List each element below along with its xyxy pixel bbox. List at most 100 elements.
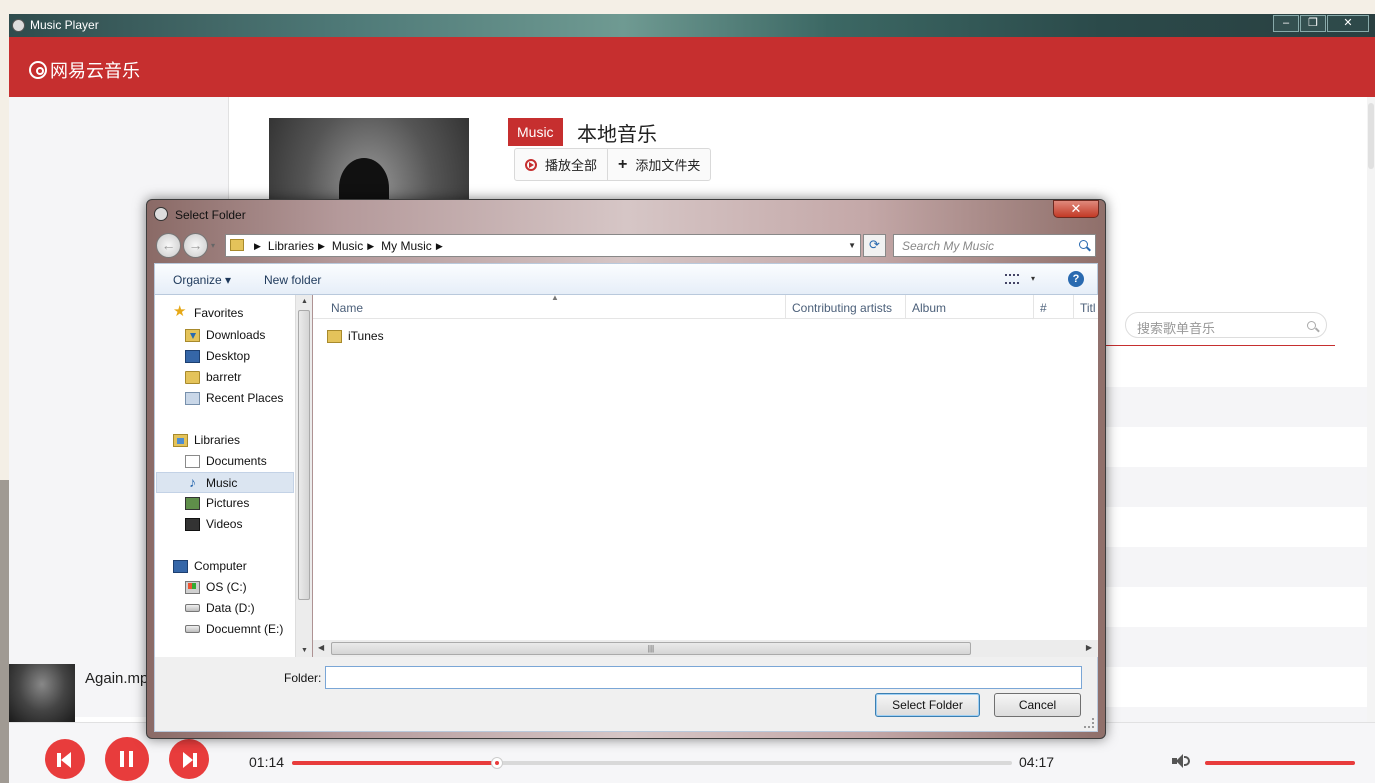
maximize-button[interactable]: ❐ — [1300, 15, 1326, 32]
nav-pictures[interactable]: Pictures — [185, 496, 249, 510]
change-view-icon[interactable] — [1005, 274, 1019, 284]
horizontal-scrollbar[interactable]: ◀ ||| ▶ — [313, 640, 1098, 657]
next-track-button[interactable] — [169, 739, 209, 779]
nav-data-drive[interactable]: Data (D:) — [185, 601, 255, 615]
scrollbar-thumb[interactable]: ||| — [331, 642, 971, 655]
breadcrumb-my-music[interactable]: My Music — [381, 239, 432, 253]
play-all-button[interactable]: 播放全部 — [515, 149, 607, 180]
nav-recent-places[interactable]: Recent Places — [185, 391, 283, 405]
breadcrumb-music[interactable]: Music — [332, 239, 363, 253]
content-scrollbar[interactable] — [1367, 97, 1375, 722]
song-search-input[interactable]: 搜索歌单音乐 — [1125, 312, 1327, 338]
help-icon[interactable]: ? — [1068, 271, 1084, 287]
window-controls: – ❐ ✕ — [1272, 15, 1369, 32]
nav-music[interactable]: ♪ Music — [156, 472, 294, 493]
scroll-left-icon[interactable]: ◀ — [318, 643, 324, 652]
window-titlebar[interactable]: Music Player – ❐ ✕ — [9, 14, 1375, 37]
previous-track-button[interactable] — [45, 739, 85, 779]
nav-documents[interactable]: Documents — [185, 454, 267, 468]
documents-icon — [185, 454, 200, 468]
nav-favorites[interactable]: ★ Favorites — [173, 304, 244, 320]
refresh-button[interactable]: ⟳ — [863, 234, 886, 257]
nav-videos[interactable]: Videos — [185, 517, 242, 531]
scroll-up-icon[interactable]: ▲ — [301, 298, 308, 305]
nav-label: Pictures — [206, 496, 250, 510]
pause-icon — [120, 751, 124, 767]
close-button[interactable]: ✕ — [1327, 15, 1369, 32]
scroll-down-icon[interactable]: ▼ — [301, 647, 308, 654]
new-folder-button[interactable]: New folder — [264, 273, 321, 287]
breadcrumb: ▶ Libraries ▶ Music ▶ My Music ▶ — [254, 239, 450, 253]
address-bar[interactable]: ▶ Libraries ▶ Music ▶ My Music ▶ ▼ — [225, 234, 861, 257]
nav-label: Downloads — [206, 328, 266, 342]
breadcrumb-separator[interactable]: ▶ — [436, 239, 443, 253]
next-icon — [183, 752, 193, 768]
column-divider[interactable] — [1073, 295, 1074, 319]
view-dropdown-icon[interactable]: ▾ — [1031, 274, 1035, 283]
volume-slider[interactable] — [1205, 761, 1355, 765]
address-dropdown-icon[interactable]: ▼ — [848, 241, 856, 250]
resize-grip-icon[interactable] — [1084, 718, 1094, 728]
nav-label: Computer — [194, 559, 247, 573]
desktop-icon — [185, 349, 200, 363]
recent-locations-dropdown[interactable]: ▾ — [211, 241, 215, 250]
now-playing-cover[interactable] — [9, 664, 75, 722]
forward-button[interactable]: → — [183, 233, 208, 258]
breadcrumb-libraries[interactable]: Libraries — [268, 239, 314, 253]
search-placeholder: 搜索歌单音乐 — [1137, 321, 1216, 336]
background-strip — [0, 480, 9, 783]
nav-computer[interactable]: Computer — [173, 559, 247, 573]
nav-document-drive[interactable]: Docuemnt (E:) — [185, 622, 283, 636]
search-placeholder: Search My Music — [902, 239, 995, 253]
nav-label: Favorites — [194, 305, 244, 320]
logo[interactable]: 网易云音乐 — [29, 57, 140, 83]
add-folder-button[interactable]: + 添加文件夹 — [607, 149, 710, 180]
column-divider[interactable] — [1033, 295, 1034, 319]
search-my-music-input[interactable]: Search My Music — [893, 234, 1096, 257]
scrollbar-thumb[interactable] — [1368, 103, 1374, 169]
column-divider[interactable] — [785, 295, 786, 319]
breadcrumb-separator[interactable]: ▶ — [318, 239, 325, 253]
progress-bar[interactable] — [292, 757, 1012, 769]
nav-libraries[interactable]: Libraries — [173, 433, 240, 447]
nav-label: Libraries — [194, 433, 241, 447]
breadcrumb-separator[interactable]: ▶ — [254, 239, 261, 253]
cancel-button[interactable]: Cancel — [994, 693, 1081, 717]
organize-menu[interactable]: Organize ▾ — [173, 273, 231, 287]
column-divider[interactable] — [905, 295, 906, 319]
scrollbar-thumb[interactable] — [298, 310, 310, 600]
minimize-button[interactable]: – — [1273, 15, 1299, 32]
plus-icon: + — [618, 155, 628, 173]
page-title: 本地音乐 — [577, 124, 657, 146]
music-note-icon: ♪ — [189, 474, 196, 490]
scroll-right-icon[interactable]: ▶ — [1086, 643, 1092, 652]
column-number[interactable]: # — [1040, 301, 1047, 315]
nav-label: Data (D:) — [206, 601, 255, 615]
nav-os-drive[interactable]: OS (C:) — [185, 580, 247, 594]
add-folder-label: 添加文件夹 — [635, 158, 701, 173]
nav-downloads[interactable]: Downloads — [185, 328, 265, 342]
pause-button[interactable] — [105, 737, 149, 781]
column-album[interactable]: Album — [912, 301, 946, 315]
list-item[interactable]: iTunes — [327, 329, 384, 343]
column-name[interactable]: Name — [331, 301, 363, 315]
dialog-close-button[interactable]: ✕ — [1053, 200, 1099, 218]
downloads-icon — [185, 328, 200, 342]
nav-user-folder[interactable]: barretr — [185, 370, 241, 384]
pictures-icon — [185, 496, 200, 510]
breadcrumb-separator[interactable]: ▶ — [367, 239, 374, 253]
search-icon[interactable] — [1307, 321, 1316, 330]
nav-desktop[interactable]: Desktop — [185, 349, 250, 363]
progress-handle[interactable] — [491, 757, 504, 769]
folder-input[interactable] — [325, 666, 1082, 689]
column-header: ▲ Name Contributing artists Album # Titl — [313, 293, 1098, 319]
column-contributing-artists[interactable]: Contributing artists — [792, 301, 892, 315]
column-title[interactable]: Titl — [1080, 301, 1096, 315]
select-folder-button[interactable]: Select Folder — [875, 693, 980, 717]
back-button[interactable]: ← — [156, 233, 181, 258]
folder-icon — [185, 370, 200, 384]
volume-icon[interactable] — [1172, 753, 1192, 769]
list-row-stripe — [1099, 387, 1367, 427]
search-icon[interactable] — [1079, 240, 1088, 249]
nav-pane-scrollbar[interactable]: ▲ ▼ — [295, 295, 312, 657]
